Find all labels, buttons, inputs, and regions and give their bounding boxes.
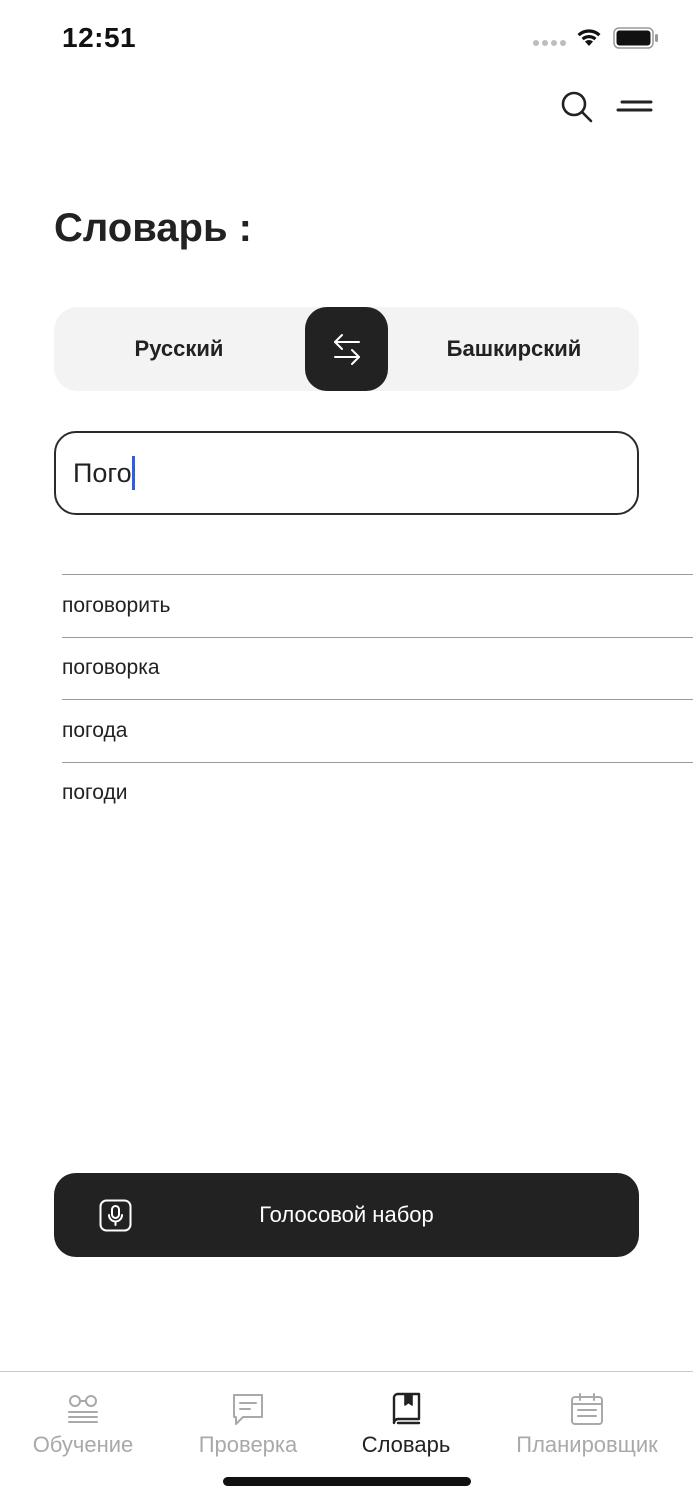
- voice-input-label: Голосовой набор: [259, 1202, 434, 1227]
- status-bar: 12:51: [0, 0, 693, 80]
- tab-learning[interactable]: Обучение: [18, 1372, 148, 1472]
- list-item[interactable]: погода: [62, 699, 693, 762]
- tab-label: Обучение: [32, 1432, 134, 1457]
- tab-label: Планировщик: [516, 1432, 658, 1457]
- text-caret: [131, 456, 135, 490]
- tab-dictionary[interactable]: Словарь: [341, 1372, 471, 1472]
- search-input[interactable]: Пого: [54, 431, 639, 515]
- wifi-icon: [577, 29, 601, 46]
- menu-icon[interactable]: [616, 96, 654, 118]
- tab-check[interactable]: Проверка: [183, 1372, 313, 1472]
- tab-planner[interactable]: Планировщик: [504, 1372, 670, 1472]
- swap-arrows-icon: [333, 334, 360, 365]
- tab-label: Словарь: [361, 1432, 451, 1457]
- source-language-button[interactable]: Русский: [54, 307, 304, 391]
- home-indicator[interactable]: [223, 1477, 471, 1486]
- tab-label: Проверка: [198, 1432, 298, 1457]
- voice-input-button[interactable]: Голосовой набор: [54, 1173, 639, 1257]
- bookmark-book-icon: [392, 1392, 421, 1425]
- swap-languages-button[interactable]: [305, 307, 388, 391]
- list-item[interactable]: поговорка: [62, 636, 693, 700]
- suggestions-list: поговорить поговорка погода погоди: [62, 574, 693, 824]
- list-item[interactable]: погоди: [62, 761, 693, 825]
- cellular-signal-icon: [533, 40, 566, 46]
- page-title: Словарь :: [54, 206, 252, 250]
- chat-bubble-icon: [233, 1394, 263, 1425]
- target-language-button[interactable]: Башкирский: [389, 307, 639, 391]
- search-icon[interactable]: [560, 90, 594, 124]
- battery-icon: [613, 27, 658, 49]
- language-switch: Русский Башкирский: [54, 307, 639, 391]
- status-time: 12:51: [62, 22, 137, 53]
- list-item[interactable]: поговорить: [62, 574, 693, 637]
- glasses-book-icon: [68, 1395, 98, 1423]
- search-input-value: Пого: [73, 458, 132, 488]
- calendar-icon: [571, 1393, 603, 1425]
